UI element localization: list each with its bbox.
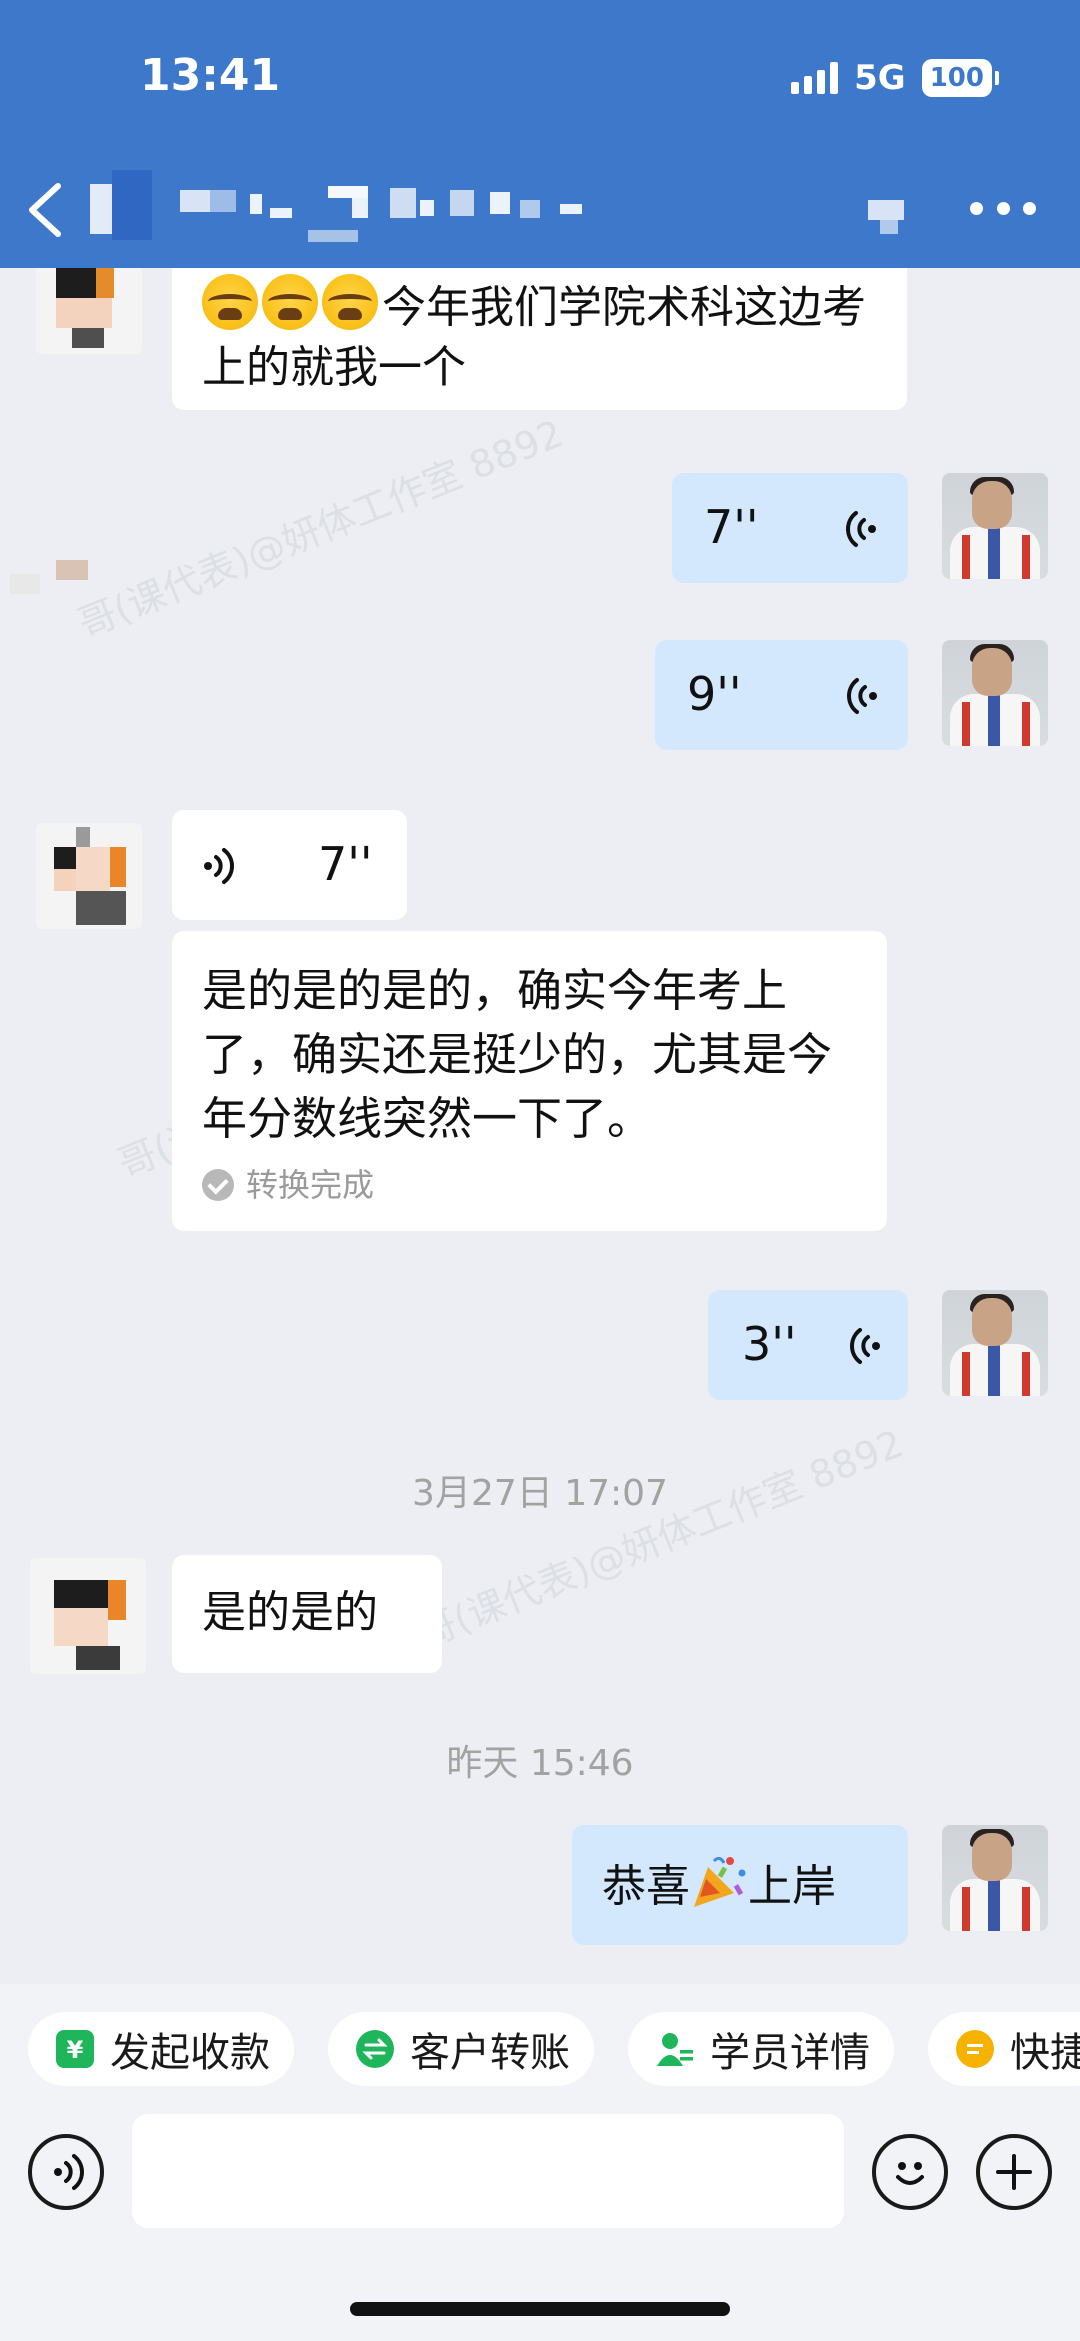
message-input[interactable] xyxy=(132,2114,844,2228)
transfer-icon xyxy=(356,2030,394,2068)
transcript-text: 是的是的是的，确实今年考上了，确实还是挺少的，尤其是今年分数线突然一下了。 xyxy=(202,964,833,1145)
signal-icon xyxy=(791,62,839,94)
timestamp: 昨天 15:46 xyxy=(446,1743,634,1784)
voice-message-incoming[interactable]: 7'' xyxy=(172,810,407,920)
voice-duration: 7'' xyxy=(318,837,373,891)
contact-avatar[interactable] xyxy=(30,1558,146,1674)
more-dot xyxy=(996,201,1010,215)
battery-icon: 100 xyxy=(921,59,1000,97)
voice-wave-icon xyxy=(54,2154,84,2190)
quick-action-label: 发起收款 xyxy=(110,2030,270,2076)
svg-text:¥: ¥ xyxy=(67,2036,84,2064)
input-bar xyxy=(0,2114,1080,2341)
contact-avatar[interactable] xyxy=(36,823,142,929)
message-bubble-outgoing[interactable]: 恭喜 上岸 xyxy=(572,1825,908,1945)
blurred-fragment xyxy=(0,558,90,598)
voice-duration: 3'' xyxy=(742,1317,797,1371)
voice-duration: 7'' xyxy=(704,500,759,554)
voice-wave-icon xyxy=(847,678,877,714)
more-button[interactable] xyxy=(970,184,1036,232)
more-dot xyxy=(970,201,983,215)
watermark: 哥(课代表)@妍体工作室 8892 xyxy=(411,1421,910,1657)
emoji-button[interactable] xyxy=(872,2134,948,2210)
quick-action-student-details[interactable]: 学员详情 xyxy=(628,2012,894,2086)
voice-message-outgoing[interactable]: 3'' xyxy=(708,1290,908,1400)
voice-message-outgoing[interactable]: 7'' xyxy=(672,473,908,583)
party-popper-emoji xyxy=(690,1853,748,1909)
my-avatar[interactable] xyxy=(942,1825,1048,1931)
plus-icon xyxy=(996,2154,1032,2190)
voice-duration: 9'' xyxy=(687,667,742,721)
quick-action-label: 客户转账 xyxy=(410,2030,570,2076)
student-icon xyxy=(656,2030,694,2068)
network-type: 5G xyxy=(854,58,906,98)
timestamp: 3月27日 17:07 xyxy=(412,1473,668,1514)
more-dot xyxy=(1023,201,1036,215)
battery-level: 100 xyxy=(929,63,984,93)
quick-action-customer-transfer[interactable]: 客户转账 xyxy=(328,2012,594,2086)
quick-actions-bar: ¥ 发起收款 客户转账 学员详情 快捷 xyxy=(0,1984,1080,2114)
status-indicators: 5G 100 xyxy=(791,58,1000,98)
message-bubble-incoming[interactable]: 是的是的 xyxy=(172,1555,442,1673)
message-list[interactable]: 哥(课代表)@妍体工作室 8892 哥(课代表)@妍体工作室 8892 哥(课代… xyxy=(0,268,1080,1984)
more-functions-button[interactable] xyxy=(976,2134,1052,2210)
voice-wave-icon xyxy=(850,1328,880,1364)
quick-reply-icon xyxy=(956,2030,994,2068)
quick-action-label: 学员详情 xyxy=(710,2030,870,2076)
chevron-left-icon xyxy=(29,183,61,237)
message-text: 上岸 xyxy=(748,1861,836,1912)
message-bubble-incoming[interactable]: 今年我们学院术科这边考上的就我一个 xyxy=(172,268,907,410)
watermark: 哥(课代表)@妍体工作室 8892 xyxy=(71,411,570,647)
my-avatar[interactable] xyxy=(942,640,1048,746)
message-text: 恭喜 xyxy=(602,1861,690,1912)
voice-transcript[interactable]: 是的是的是的，确实今年考上了，确实还是挺少的，尤其是今年分数线突然一下了。 转换… xyxy=(172,931,887,1231)
check-circle-icon xyxy=(202,1169,234,1201)
crying-face-emoji xyxy=(202,274,258,330)
transcript-status-text: 转换完成 xyxy=(246,1166,375,1204)
voice-wave-icon xyxy=(204,848,234,884)
smiley-icon xyxy=(896,2162,924,2185)
contact-avatar[interactable] xyxy=(36,268,142,354)
transcript-status: 转换完成 xyxy=(202,1165,374,1205)
my-avatar[interactable] xyxy=(942,473,1048,579)
crying-face-emoji xyxy=(322,274,378,330)
my-avatar[interactable] xyxy=(942,1290,1048,1396)
voice-message-outgoing[interactable]: 9'' xyxy=(655,640,908,750)
chat-title-obscured xyxy=(90,170,950,250)
voice-wave-icon xyxy=(846,511,876,547)
chat-header: 13:41 5G 100 xyxy=(0,0,1080,268)
crying-face-emoji xyxy=(262,274,318,330)
message-text: 是的是的 xyxy=(202,1587,378,1638)
status-time: 13:41 xyxy=(140,50,281,101)
voice-input-button[interactable] xyxy=(28,2134,104,2210)
quick-action-start-payment[interactable]: ¥ 发起收款 xyxy=(28,2012,294,2086)
back-button[interactable] xyxy=(18,178,74,242)
quick-action-quick-reply[interactable]: 快捷 xyxy=(928,2012,1080,2086)
quick-action-label: 快捷 xyxy=(1010,2030,1080,2076)
payment-icon: ¥ xyxy=(56,2030,94,2068)
home-indicator xyxy=(350,2302,730,2316)
